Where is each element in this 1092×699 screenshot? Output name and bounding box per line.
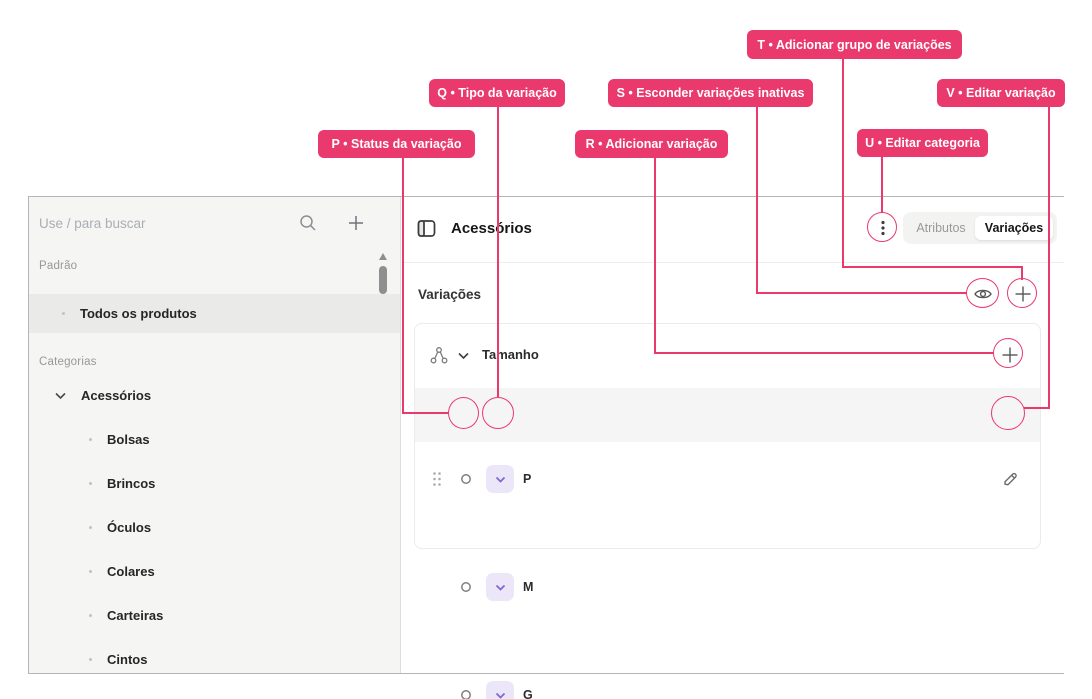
highlight-ring-eye bbox=[966, 278, 999, 308]
chevron-down-icon[interactable] bbox=[454, 347, 472, 363]
bullet-dot-icon bbox=[89, 438, 92, 441]
highlight-ring-type bbox=[482, 397, 514, 429]
variation-type-select[interactable] bbox=[486, 681, 514, 699]
sidebar: Padrão Todos os produtos Categorias Aces… bbox=[29, 197, 401, 673]
bullet-dot-icon bbox=[89, 526, 92, 529]
connector-line-s bbox=[756, 292, 967, 294]
variation-group-name: Tamanho bbox=[482, 347, 539, 362]
sidebar-item-label: Carteiras bbox=[107, 608, 163, 623]
sidebar-item-label: Colares bbox=[107, 564, 155, 579]
variations-card: Tamanho bbox=[414, 323, 1041, 549]
chevron-down-icon bbox=[53, 388, 68, 403]
sidebar-item-acessorios[interactable]: Acessórios bbox=[29, 381, 400, 409]
shortcut-label-r: R • Adicionar variação bbox=[575, 130, 728, 158]
connector-line-t bbox=[842, 59, 844, 268]
tab-variacoes[interactable]: Variações bbox=[975, 216, 1053, 240]
variation-type-select[interactable] bbox=[486, 573, 514, 601]
connector-line-t bbox=[842, 266, 1023, 268]
toggle-sidebar-icon[interactable] bbox=[417, 219, 436, 238]
variation-label: M bbox=[523, 580, 533, 594]
variation-status-icon[interactable] bbox=[456, 577, 476, 597]
variation-row-g[interactable]: G bbox=[415, 496, 1040, 550]
sidebar-item-brincos[interactable]: Brincos bbox=[29, 461, 400, 505]
bullet-dot-icon bbox=[89, 482, 92, 485]
connector-line-p bbox=[402, 158, 404, 413]
section-title-variacoes: Variações bbox=[418, 287, 481, 302]
search-input[interactable] bbox=[39, 208, 294, 238]
connector-line-r bbox=[654, 352, 994, 354]
connector-line-q bbox=[497, 107, 499, 397]
connector-line-u bbox=[881, 157, 883, 213]
sidebar-item-todos-os-produtos[interactable]: Todos os produtos bbox=[29, 294, 400, 333]
connector-line-s bbox=[756, 107, 758, 294]
bullet-dot-icon bbox=[89, 658, 92, 661]
tab-group: Atributos Variações bbox=[903, 212, 1057, 244]
variation-group-network-icon bbox=[428, 345, 450, 365]
shortcut-label-s: S • Esconder variações inativas bbox=[608, 79, 813, 107]
tab-atributos[interactable]: Atributos bbox=[907, 216, 975, 240]
sidebar-section-categorias: Categorias bbox=[39, 356, 97, 368]
screenshot-stage: Padrão Todos os produtos Categorias Aces… bbox=[0, 0, 1092, 699]
sidebar-item-carteiras[interactable]: Carteiras bbox=[29, 593, 400, 637]
connector-line-v bbox=[1048, 107, 1050, 409]
sidebar-item-bolsas[interactable]: Bolsas bbox=[29, 417, 400, 461]
sidebar-item-label: Brincos bbox=[107, 476, 155, 491]
sidebar-item-label: Bolsas bbox=[107, 432, 150, 447]
bullet-dot-icon bbox=[62, 312, 65, 315]
variation-label: G bbox=[523, 688, 533, 699]
sidebar-item-oculos[interactable]: Óculos bbox=[29, 505, 400, 549]
shortcut-label-u: U • Editar categoria bbox=[857, 129, 988, 157]
page-title: Acessórios bbox=[451, 220, 532, 237]
sidebar-item-colares[interactable]: Colares bbox=[29, 549, 400, 593]
connector-line-v bbox=[1024, 407, 1050, 409]
main-panel: Acessórios Atributos Variações Variações bbox=[401, 197, 1064, 673]
variation-row-m[interactable]: M bbox=[415, 442, 1040, 496]
highlight-ring-add-variation bbox=[993, 338, 1023, 368]
scrollbar-thumb[interactable] bbox=[379, 266, 387, 294]
shortcut-label-p: P • Status da variação bbox=[318, 130, 475, 158]
bullet-dot-icon bbox=[89, 614, 92, 617]
scrollbar-up-arrow[interactable] bbox=[379, 253, 387, 260]
bullet-dot-icon bbox=[89, 570, 92, 573]
highlight-ring-status bbox=[448, 397, 479, 429]
search-icon[interactable] bbox=[298, 213, 318, 233]
variation-status-icon[interactable] bbox=[456, 685, 476, 699]
sidebar-item-label: Óculos bbox=[107, 520, 151, 535]
sidebar-item-label: Acessórios bbox=[81, 388, 151, 403]
sidebar-item-label: Todos os produtos bbox=[80, 306, 197, 321]
connector-line-p bbox=[402, 412, 449, 414]
shortcut-label-t: T • Adicionar grupo de variações bbox=[747, 30, 962, 59]
highlight-ring-edit bbox=[991, 396, 1025, 430]
highlight-ring-kebab bbox=[867, 212, 897, 242]
sidebar-section-padrao: Padrão bbox=[39, 260, 77, 272]
sidebar-item-cintos[interactable]: Cintos bbox=[29, 637, 400, 681]
variation-group-row[interactable]: Tamanho bbox=[415, 324, 1040, 388]
sidebar-item-label: Cintos bbox=[107, 652, 147, 667]
shortcut-label-v: V • Editar variação bbox=[937, 79, 1065, 107]
highlight-ring-add-group bbox=[1007, 278, 1037, 308]
add-product-icon[interactable] bbox=[346, 213, 366, 233]
shortcut-label-q: Q • Tipo da variação bbox=[429, 79, 565, 107]
connector-line-r bbox=[654, 158, 656, 354]
